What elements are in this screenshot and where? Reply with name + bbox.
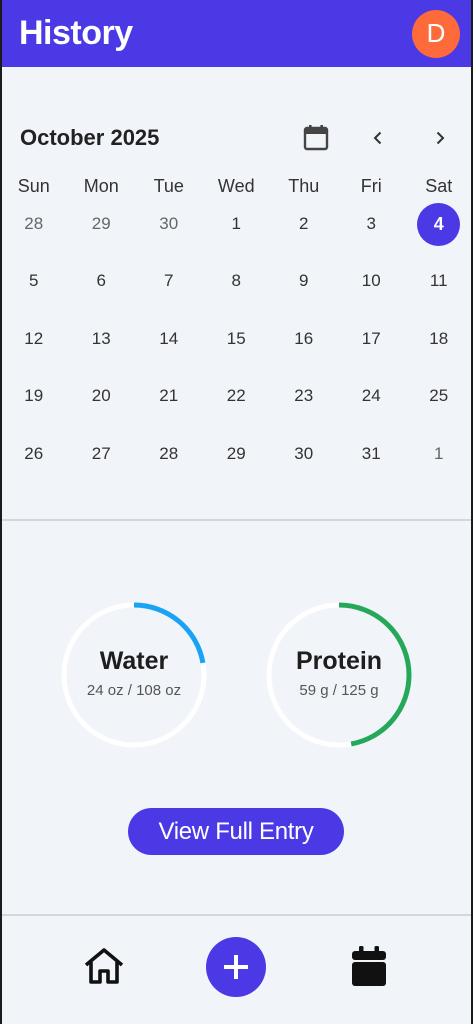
- nav-home-button[interactable]: [80, 944, 128, 988]
- calendar-week: 26 27 28 29 30 31 1: [0, 432, 473, 476]
- calendar-day[interactable]: 1: [405, 432, 473, 476]
- weekday-label: Mon: [83, 176, 119, 196]
- calendar-outline-icon: [303, 125, 329, 151]
- calendar-day[interactable]: 31: [338, 432, 406, 476]
- calendar-day[interactable]: 18: [405, 317, 473, 361]
- weekday-label: Wed: [217, 176, 255, 196]
- view-full-entry-button[interactable]: View Full Entry: [128, 808, 344, 855]
- calendar-day[interactable]: 8: [203, 259, 271, 303]
- calendar-day[interactable]: 10: [338, 259, 406, 303]
- calendar-day[interactable]: 16: [270, 317, 338, 361]
- section-divider: [0, 519, 473, 521]
- protein-progress-ring[interactable]: Protein 59 g / 125 g: [264, 600, 414, 750]
- calendar-day[interactable]: 1: [203, 202, 271, 246]
- selected-day-marker: 4: [417, 202, 461, 246]
- page-title: History: [19, 14, 133, 52]
- weekday-label: Thu: [288, 176, 320, 196]
- weekday-label: Fri: [360, 176, 382, 196]
- calendar-day[interactable]: 29: [68, 202, 136, 246]
- calendar-day[interactable]: 5: [0, 259, 68, 303]
- weekday-label: Sun: [17, 176, 50, 196]
- calendar-day[interactable]: 15: [203, 317, 271, 361]
- chevron-left-icon: [373, 131, 382, 145]
- calendar-day[interactable]: 26: [0, 432, 68, 476]
- calendar-day[interactable]: 30: [270, 432, 338, 476]
- home-icon: [84, 948, 124, 984]
- calendar-day[interactable]: 25: [405, 374, 473, 418]
- month-label: October 2025: [20, 125, 160, 150]
- calendar-day[interactable]: 23: [270, 374, 338, 418]
- calendar-week: 19 20 21 22 23 24 25: [0, 374, 473, 418]
- calendar-day[interactable]: 30: [135, 202, 203, 246]
- calendar-day[interactable]: 9: [270, 259, 338, 303]
- calendar-day[interactable]: 28: [135, 432, 203, 476]
- next-month-button[interactable]: [422, 120, 458, 156]
- calendar-day[interactable]: 29: [203, 432, 271, 476]
- nav-history-button[interactable]: [346, 942, 392, 990]
- calendar-day[interactable]: 27: [68, 432, 136, 476]
- calendar-day[interactable]: 13: [68, 317, 136, 361]
- date-picker-button[interactable]: [298, 120, 334, 156]
- water-label: Water: [99, 647, 169, 675]
- calendar-day[interactable]: 2: [270, 202, 338, 246]
- protein-label: Protein: [295, 647, 383, 675]
- nav-divider: [0, 914, 473, 916]
- calendar-day[interactable]: 14: [135, 317, 203, 361]
- calendar-day-selected[interactable]: 4: [405, 202, 473, 246]
- calendar-day[interactable]: 17: [338, 317, 406, 361]
- calendar-day[interactable]: 12: [0, 317, 68, 361]
- protein-value: 59 g / 125 g: [299, 682, 379, 699]
- calendar-day[interactable]: 19: [0, 374, 68, 418]
- weekday-label: Tue: [153, 176, 184, 196]
- calendar-icon: [352, 946, 386, 986]
- calendar-day[interactable]: 24: [338, 374, 406, 418]
- chevron-right-icon: [436, 131, 445, 145]
- calendar-week: 12 13 14 15 16 17 18: [0, 317, 473, 361]
- calendar-week: 5 6 7 8 9 10 11: [0, 259, 473, 303]
- water-value: 24 oz / 108 oz: [86, 682, 182, 699]
- weekday-label: Sat: [425, 176, 453, 196]
- calendar-week: 28 29 30 1 2 3 4: [0, 202, 473, 246]
- calendar-day[interactable]: 3: [338, 202, 406, 246]
- add-entry-button[interactable]: [206, 937, 266, 997]
- calendar-header: October 2025: [0, 116, 473, 160]
- previous-month-button[interactable]: [360, 120, 396, 156]
- calendar-day[interactable]: 22: [203, 374, 271, 418]
- avatar[interactable]: D: [412, 9, 460, 58]
- calendar-day[interactable]: 7: [135, 259, 203, 303]
- app-header: History D: [0, 0, 473, 67]
- calendar-day[interactable]: 6: [68, 259, 136, 303]
- water-progress-ring[interactable]: Water 24 oz / 108 oz: [59, 600, 209, 750]
- weekday-row: Sun Mon Tue Wed Thu Fri Sat: [0, 176, 473, 200]
- calendar-day[interactable]: 11: [405, 259, 473, 303]
- calendar-day[interactable]: 28: [0, 202, 68, 246]
- calendar-day[interactable]: 21: [135, 374, 203, 418]
- plus-icon: [224, 955, 248, 979]
- calendar-day[interactable]: 20: [68, 374, 136, 418]
